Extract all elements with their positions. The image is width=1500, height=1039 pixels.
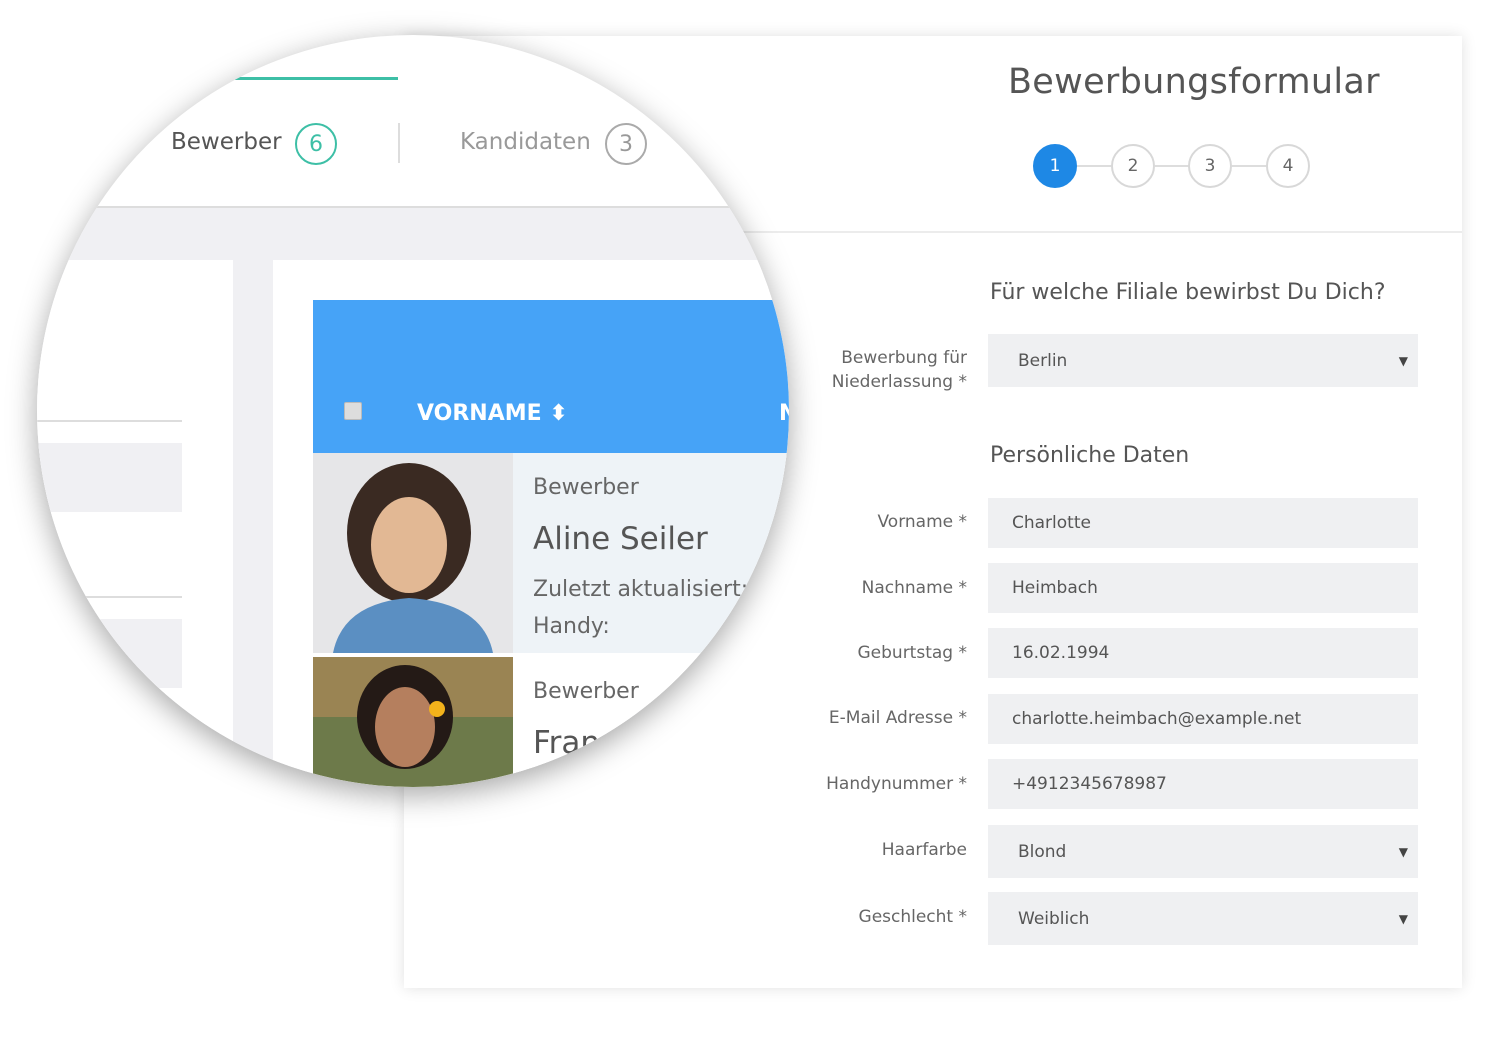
email-input[interactable]: charlotte.heimbach@example.net: [988, 694, 1418, 744]
tab-kandidaten[interactable]: Kandidaten: [460, 129, 591, 155]
table-header: VORNAME ⬍ N: [313, 300, 789, 453]
chevron-down-icon: ▼: [1398, 844, 1408, 859]
section-personal-heading: Persönliche Daten: [990, 443, 1190, 468]
row-status: Bewerber: [533, 679, 639, 704]
row-name[interactable]: Aline Seiler: [533, 521, 708, 557]
branch-label: Bewerbung für Niederlassung *: [767, 346, 967, 394]
sort-icon[interactable]: ⬍: [549, 401, 567, 426]
gender-label: Geschlecht *: [858, 907, 967, 927]
phone-input[interactable]: +4912345678987: [988, 759, 1418, 809]
birthday-label: Geburtstag *: [857, 643, 968, 663]
haircolor-label: Haarfarbe: [881, 840, 967, 860]
page-title: Bewerbungsformular: [1008, 62, 1380, 102]
chevron-down-icon: ▼: [1398, 353, 1408, 368]
kandidaten-count-badge: 3: [605, 123, 647, 165]
table-row[interactable]: Bewerber Fran: [313, 657, 789, 787]
branch-label-line1: Bewerbung für: [841, 348, 967, 368]
step-4[interactable]: 4: [1266, 144, 1310, 188]
lastname-input[interactable]: Heimbach: [988, 563, 1418, 613]
step-connector: [1155, 165, 1189, 167]
active-tab-indicator: [235, 77, 398, 80]
tab-divider: [398, 123, 400, 163]
firstname-input[interactable]: Charlotte: [988, 498, 1418, 548]
haircolor-select[interactable]: Blond ▼: [988, 825, 1418, 878]
applicant-photo: [313, 453, 513, 653]
branch-select[interactable]: Berlin ▼: [988, 334, 1418, 387]
applicant-photo: [313, 657, 513, 787]
firstname-label: Vorname *: [877, 512, 967, 532]
email-label: E-Mail Adresse *: [828, 708, 967, 728]
phone-label: Handynummer *: [826, 774, 967, 794]
gender-value: Weiblich: [1018, 908, 1090, 929]
chevron-down-icon: ▼: [1398, 911, 1408, 926]
gender-select[interactable]: Weiblich ▼: [988, 892, 1418, 945]
step-1[interactable]: 1: [1033, 144, 1077, 188]
filter-sidebar: [37, 260, 233, 787]
step-connector: [1077, 165, 1111, 167]
row-name[interactable]: Fran: [533, 725, 600, 761]
filter-input[interactable]: [37, 443, 182, 512]
step-2[interactable]: 2: [1111, 144, 1155, 188]
lastname-label: Nachname *: [861, 578, 967, 598]
step-3[interactable]: 3: [1188, 144, 1232, 188]
magnifier-lens: Bewerber 6 Kandidaten 3 VORNAME ⬍ N Bewe…: [37, 35, 789, 787]
branch-value: Berlin: [1018, 350, 1068, 371]
row-phone: Handy:: [533, 614, 610, 639]
step-connector: [1232, 165, 1266, 167]
section-branch-heading: Für welche Filiale bewirbst Du Dich?: [990, 280, 1386, 305]
tab-bewerber[interactable]: Bewerber: [171, 129, 282, 155]
filter-input[interactable]: [37, 619, 182, 688]
row-status: Bewerber: [533, 475, 639, 500]
birthday-input[interactable]: 16.02.1994: [988, 628, 1418, 678]
branch-label-line2: Niederlassung *: [831, 372, 967, 392]
column-header-vorname[interactable]: VORNAME ⬍: [417, 401, 568, 426]
column-header-next[interactable]: N: [779, 401, 789, 426]
row-updated: Zuletzt aktualisiert:: [533, 577, 749, 602]
haircolor-value: Blond: [1018, 841, 1067, 862]
column-label: VORNAME: [417, 401, 542, 426]
table-row[interactable]: Bewerber Aline Seiler Zuletzt aktualisie…: [313, 453, 789, 653]
bewerber-count-badge: 6: [295, 123, 337, 165]
select-all-checkbox[interactable]: [344, 402, 362, 420]
